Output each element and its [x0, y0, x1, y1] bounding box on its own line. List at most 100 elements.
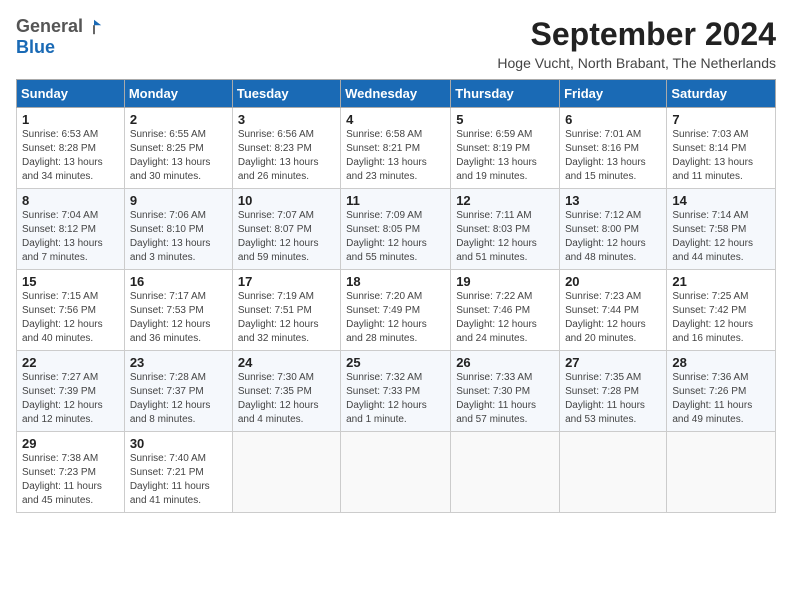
calendar-cell: 8Sunrise: 7:04 AM Sunset: 8:12 PM Daylig…: [17, 189, 125, 270]
day-info: Sunrise: 7:33 AM Sunset: 7:30 PM Dayligh…: [456, 371, 554, 427]
calendar-cell: 13Sunrise: 7:12 AM Sunset: 8:00 PM Dayli…: [560, 189, 667, 270]
day-number: 15: [22, 274, 119, 289]
day-number: 13: [565, 193, 661, 208]
calendar-cell: 4Sunrise: 6:58 AM Sunset: 8:21 PM Daylig…: [341, 108, 451, 189]
day-info: Sunrise: 7:19 AM Sunset: 7:51 PM Dayligh…: [238, 290, 335, 346]
day-number: 2: [130, 112, 227, 127]
calendar-cell: 29Sunrise: 7:38 AM Sunset: 7:23 PM Dayli…: [17, 432, 125, 513]
day-info: Sunrise: 7:01 AM Sunset: 8:16 PM Dayligh…: [565, 128, 661, 184]
day-info: Sunrise: 7:04 AM Sunset: 8:12 PM Dayligh…: [22, 209, 119, 265]
day-info: Sunrise: 6:55 AM Sunset: 8:25 PM Dayligh…: [130, 128, 227, 184]
calendar-body: 1Sunrise: 6:53 AM Sunset: 8:28 PM Daylig…: [17, 108, 776, 513]
calendar-cell: 28Sunrise: 7:36 AM Sunset: 7:26 PM Dayli…: [667, 351, 776, 432]
day-number: 24: [238, 355, 335, 370]
day-number: 1: [22, 112, 119, 127]
calendar-week-row: 22Sunrise: 7:27 AM Sunset: 7:39 PM Dayli…: [17, 351, 776, 432]
calendar-week-row: 15Sunrise: 7:15 AM Sunset: 7:56 PM Dayli…: [17, 270, 776, 351]
calendar-cell: 24Sunrise: 7:30 AM Sunset: 7:35 PM Dayli…: [232, 351, 340, 432]
day-number: 9: [130, 193, 227, 208]
calendar-cell: 25Sunrise: 7:32 AM Sunset: 7:33 PM Dayli…: [341, 351, 451, 432]
day-info: Sunrise: 7:35 AM Sunset: 7:28 PM Dayligh…: [565, 371, 661, 427]
day-info: Sunrise: 7:03 AM Sunset: 8:14 PM Dayligh…: [672, 128, 770, 184]
weekday-header-tuesday: Tuesday: [232, 80, 340, 108]
calendar-cell: [341, 432, 451, 513]
logo-blue-text: Blue: [16, 37, 55, 57]
day-number: 8: [22, 193, 119, 208]
calendar-cell: 30Sunrise: 7:40 AM Sunset: 7:21 PM Dayli…: [124, 432, 232, 513]
day-number: 20: [565, 274, 661, 289]
calendar-cell: 21Sunrise: 7:25 AM Sunset: 7:42 PM Dayli…: [667, 270, 776, 351]
calendar-cell: 7Sunrise: 7:03 AM Sunset: 8:14 PM Daylig…: [667, 108, 776, 189]
day-number: 29: [22, 436, 119, 451]
weekday-header-row: SundayMondayTuesdayWednesdayThursdayFrid…: [17, 80, 776, 108]
day-info: Sunrise: 6:53 AM Sunset: 8:28 PM Dayligh…: [22, 128, 119, 184]
weekday-header-monday: Monday: [124, 80, 232, 108]
title-area: September 2024 Hoge Vucht, North Brabant…: [497, 16, 776, 71]
calendar-cell: 3Sunrise: 6:56 AM Sunset: 8:23 PM Daylig…: [232, 108, 340, 189]
day-info: Sunrise: 7:23 AM Sunset: 7:44 PM Dayligh…: [565, 290, 661, 346]
weekday-header-thursday: Thursday: [451, 80, 560, 108]
day-info: Sunrise: 7:38 AM Sunset: 7:23 PM Dayligh…: [22, 452, 119, 508]
calendar-week-row: 1Sunrise: 6:53 AM Sunset: 8:28 PM Daylig…: [17, 108, 776, 189]
day-info: Sunrise: 7:40 AM Sunset: 7:21 PM Dayligh…: [130, 452, 227, 508]
calendar-cell: 6Sunrise: 7:01 AM Sunset: 8:16 PM Daylig…: [560, 108, 667, 189]
day-number: 19: [456, 274, 554, 289]
calendar-cell: 19Sunrise: 7:22 AM Sunset: 7:46 PM Dayli…: [451, 270, 560, 351]
calendar-cell: 16Sunrise: 7:17 AM Sunset: 7:53 PM Dayli…: [124, 270, 232, 351]
day-info: Sunrise: 7:25 AM Sunset: 7:42 PM Dayligh…: [672, 290, 770, 346]
day-number: 28: [672, 355, 770, 370]
page-header: General Blue September 2024 Hoge Vucht, …: [16, 16, 776, 71]
calendar-cell: [232, 432, 340, 513]
weekday-header-saturday: Saturday: [667, 80, 776, 108]
day-info: Sunrise: 7:11 AM Sunset: 8:03 PM Dayligh…: [456, 209, 554, 265]
day-info: Sunrise: 7:09 AM Sunset: 8:05 PM Dayligh…: [346, 209, 445, 265]
weekday-header-wednesday: Wednesday: [341, 80, 451, 108]
day-number: 11: [346, 193, 445, 208]
calendar-cell: 14Sunrise: 7:14 AM Sunset: 7:58 PM Dayli…: [667, 189, 776, 270]
location-subtitle: Hoge Vucht, North Brabant, The Netherlan…: [497, 55, 776, 71]
logo-general-text: General: [16, 16, 83, 37]
calendar-cell: [560, 432, 667, 513]
day-number: 30: [130, 436, 227, 451]
calendar-header: SundayMondayTuesdayWednesdayThursdayFrid…: [17, 80, 776, 108]
day-info: Sunrise: 7:20 AM Sunset: 7:49 PM Dayligh…: [346, 290, 445, 346]
day-info: Sunrise: 7:22 AM Sunset: 7:46 PM Dayligh…: [456, 290, 554, 346]
day-info: Sunrise: 7:06 AM Sunset: 8:10 PM Dayligh…: [130, 209, 227, 265]
day-number: 6: [565, 112, 661, 127]
day-info: Sunrise: 7:36 AM Sunset: 7:26 PM Dayligh…: [672, 371, 770, 427]
day-info: Sunrise: 6:56 AM Sunset: 8:23 PM Dayligh…: [238, 128, 335, 184]
weekday-header-sunday: Sunday: [17, 80, 125, 108]
calendar-cell: [451, 432, 560, 513]
month-title: September 2024: [497, 16, 776, 53]
calendar-cell: 9Sunrise: 7:06 AM Sunset: 8:10 PM Daylig…: [124, 189, 232, 270]
day-number: 16: [130, 274, 227, 289]
day-number: 18: [346, 274, 445, 289]
calendar-cell: 27Sunrise: 7:35 AM Sunset: 7:28 PM Dayli…: [560, 351, 667, 432]
day-number: 14: [672, 193, 770, 208]
calendar-cell: 2Sunrise: 6:55 AM Sunset: 8:25 PM Daylig…: [124, 108, 232, 189]
day-number: 3: [238, 112, 335, 127]
day-info: Sunrise: 7:07 AM Sunset: 8:07 PM Dayligh…: [238, 209, 335, 265]
calendar-table: SundayMondayTuesdayWednesdayThursdayFrid…: [16, 79, 776, 513]
day-info: Sunrise: 7:27 AM Sunset: 7:39 PM Dayligh…: [22, 371, 119, 427]
calendar-cell: 23Sunrise: 7:28 AM Sunset: 7:37 PM Dayli…: [124, 351, 232, 432]
day-number: 25: [346, 355, 445, 370]
day-info: Sunrise: 7:28 AM Sunset: 7:37 PM Dayligh…: [130, 371, 227, 427]
calendar-cell: 22Sunrise: 7:27 AM Sunset: 7:39 PM Dayli…: [17, 351, 125, 432]
calendar-cell: 12Sunrise: 7:11 AM Sunset: 8:03 PM Dayli…: [451, 189, 560, 270]
day-number: 5: [456, 112, 554, 127]
day-number: 21: [672, 274, 770, 289]
calendar-cell: 10Sunrise: 7:07 AM Sunset: 8:07 PM Dayli…: [232, 189, 340, 270]
day-info: Sunrise: 6:58 AM Sunset: 8:21 PM Dayligh…: [346, 128, 445, 184]
calendar-cell: 18Sunrise: 7:20 AM Sunset: 7:49 PM Dayli…: [341, 270, 451, 351]
calendar-cell: [667, 432, 776, 513]
calendar-cell: 15Sunrise: 7:15 AM Sunset: 7:56 PM Dayli…: [17, 270, 125, 351]
day-number: 22: [22, 355, 119, 370]
logo-flag-icon: [85, 18, 103, 36]
day-number: 17: [238, 274, 335, 289]
logo: General Blue: [16, 16, 103, 58]
day-info: Sunrise: 7:14 AM Sunset: 7:58 PM Dayligh…: [672, 209, 770, 265]
day-number: 10: [238, 193, 335, 208]
weekday-header-friday: Friday: [560, 80, 667, 108]
day-info: Sunrise: 7:17 AM Sunset: 7:53 PM Dayligh…: [130, 290, 227, 346]
